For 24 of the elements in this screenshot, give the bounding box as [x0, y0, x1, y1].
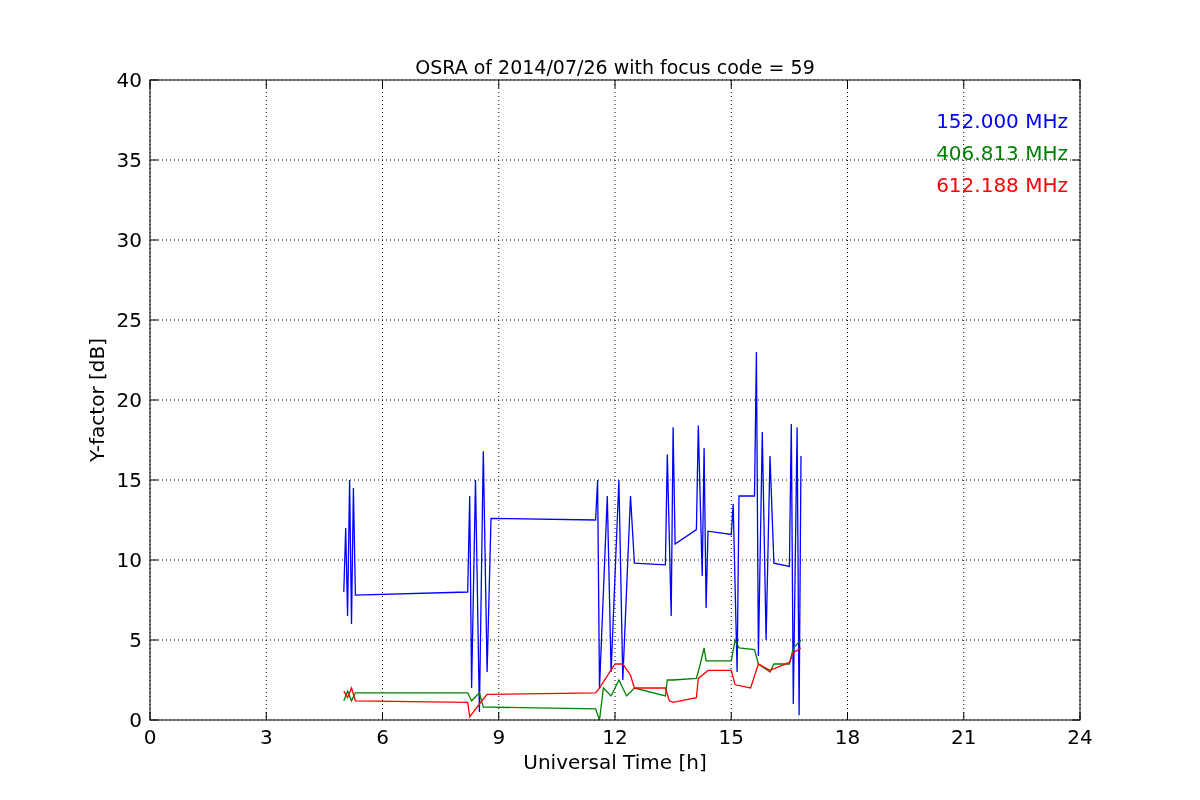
tick-label: 5: [129, 628, 142, 652]
tick-label: 15: [116, 468, 142, 492]
tick-label: 9: [492, 725, 506, 749]
tick-label: 15: [718, 725, 744, 749]
chart-title: OSRA of 2014/07/26 with focus code = 59: [415, 56, 815, 78]
tick-label: 40: [116, 68, 142, 92]
legend-entry: 406.813 MHz: [936, 141, 1068, 165]
tick-label: 0: [129, 708, 142, 732]
tick-label: 35: [116, 148, 142, 172]
tick-label: 10: [116, 548, 142, 572]
tick-label: 3: [259, 725, 273, 749]
tick-label: 18: [834, 725, 861, 749]
legend-entry: 612.188 MHz: [936, 173, 1068, 197]
tick-label: 12: [602, 725, 628, 749]
tick-label: 24: [1067, 725, 1093, 749]
legend-entry: 152.000 MHz: [936, 109, 1068, 133]
axis-label: Y-factor [dB]: [85, 338, 109, 462]
tick-label: 25: [116, 308, 142, 332]
tick-label: 20: [116, 388, 142, 412]
axis-label: Universal Time [h]: [523, 750, 707, 774]
tick-label: 0: [143, 725, 157, 749]
tick-label: 6: [376, 725, 389, 749]
tick-label: 30: [116, 228, 142, 252]
tick-label: 21: [951, 725, 977, 749]
